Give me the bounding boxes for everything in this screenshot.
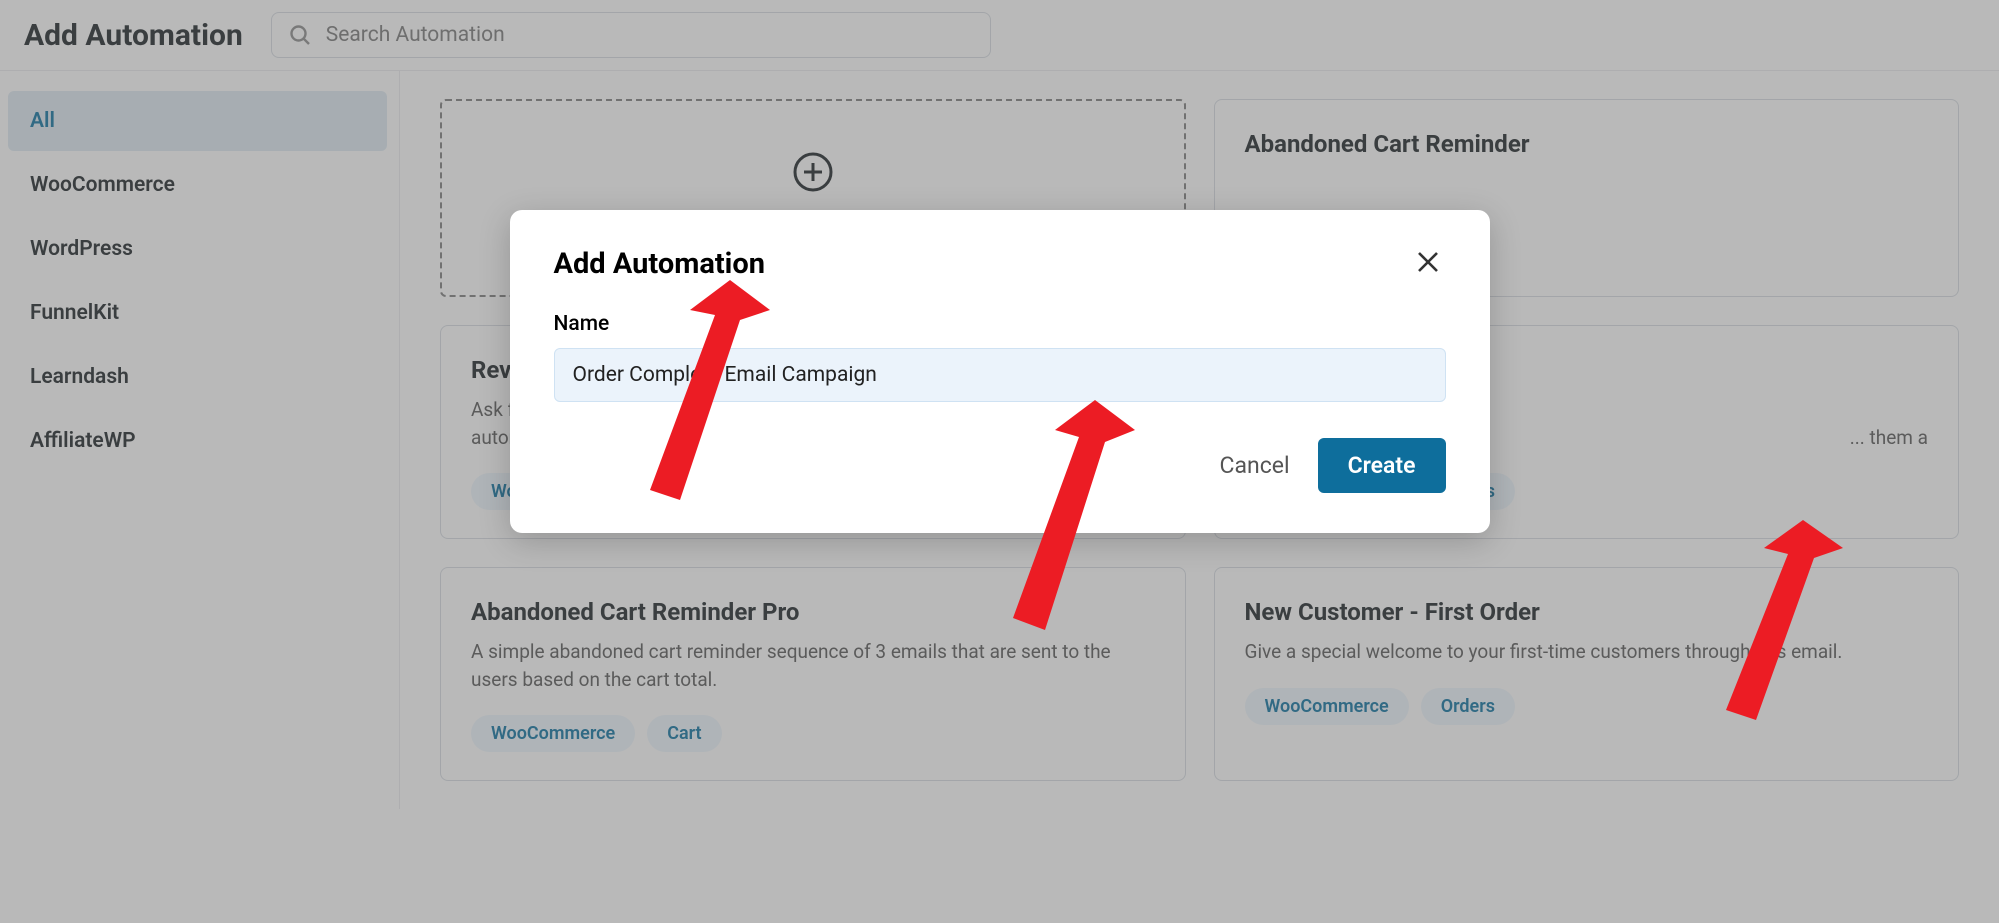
close-icon [1414, 248, 1442, 276]
annotation-arrow [1698, 520, 1848, 720]
create-button[interactable]: Create [1318, 438, 1446, 493]
cancel-button[interactable]: Cancel [1220, 452, 1290, 479]
close-button[interactable] [1410, 244, 1446, 284]
modal-title: Add Automation [554, 247, 765, 281]
annotation-arrow [620, 280, 780, 500]
annotation-arrow [985, 400, 1145, 630]
